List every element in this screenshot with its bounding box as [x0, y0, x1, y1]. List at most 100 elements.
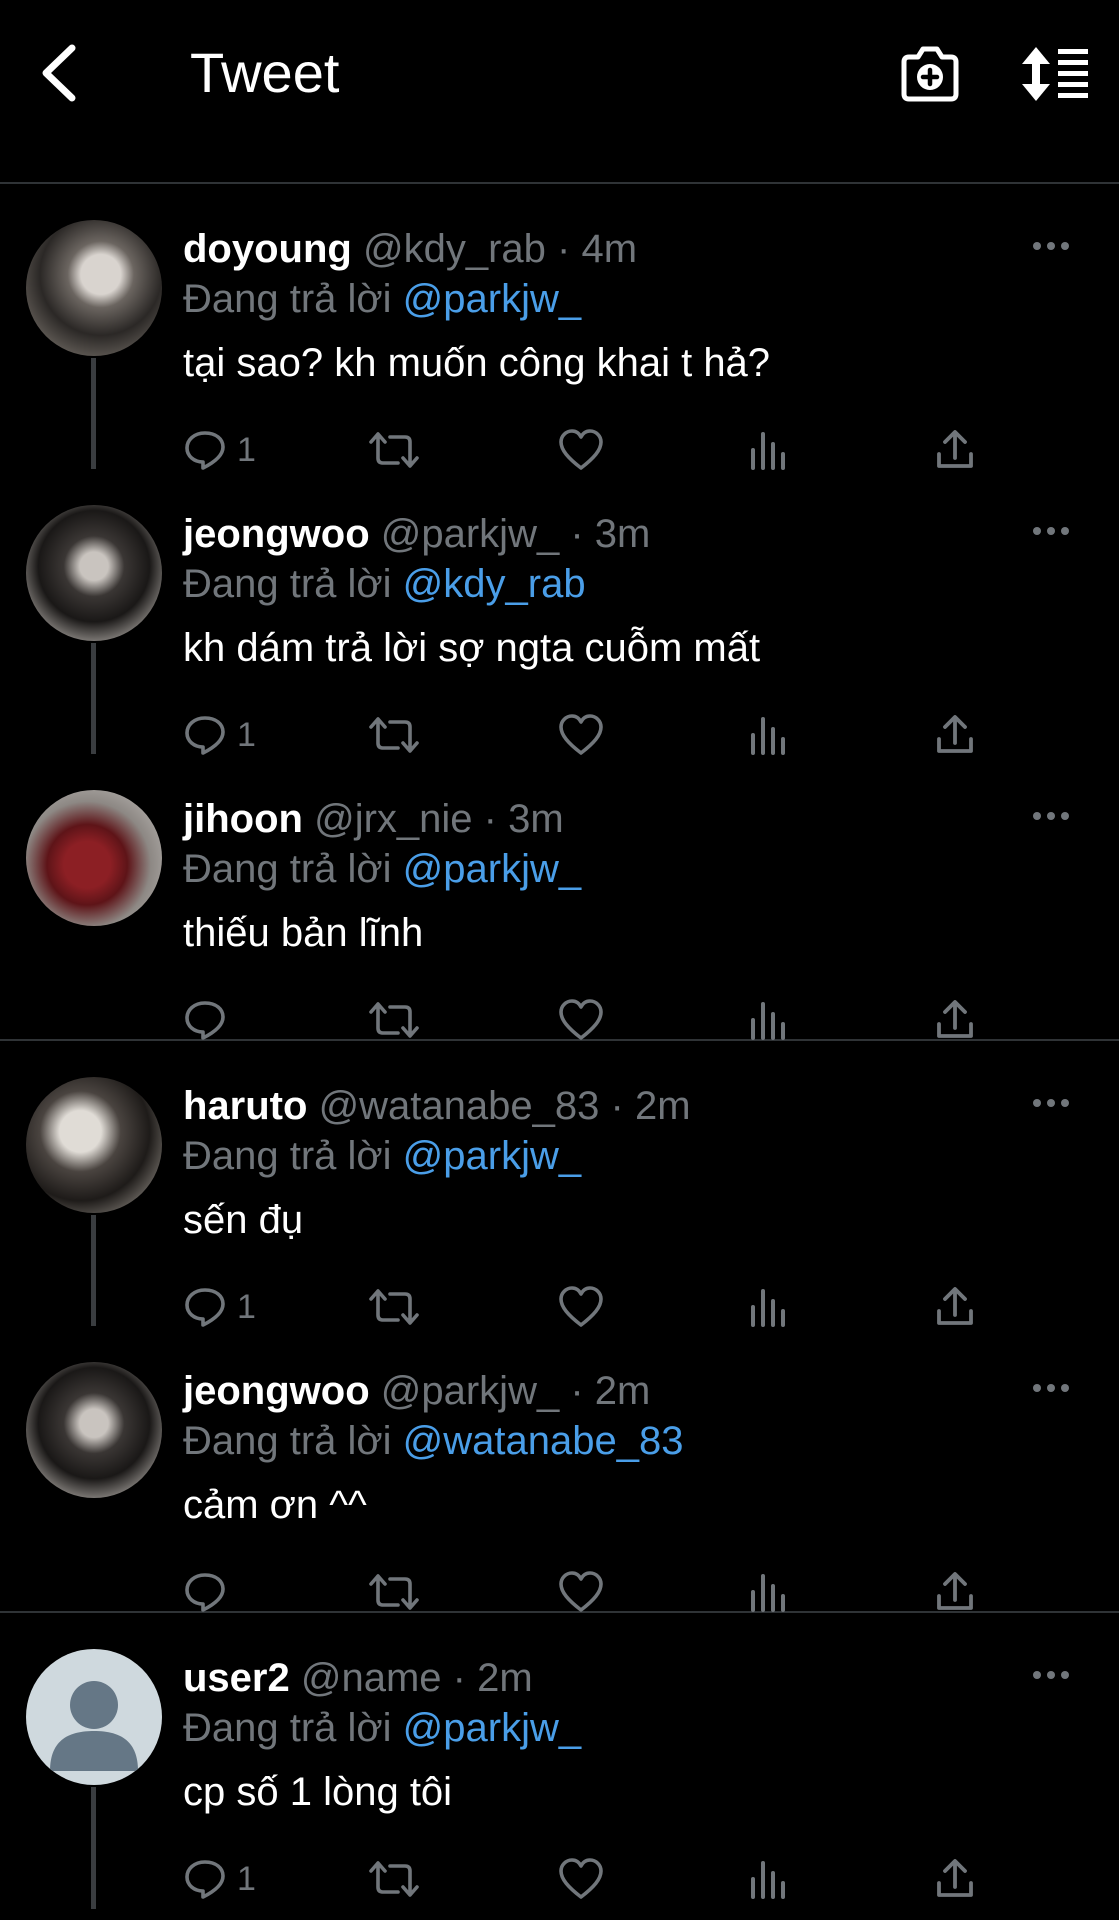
avatar[interactable]	[26, 505, 162, 641]
timestamp[interactable]: 2m	[595, 1369, 651, 1413]
timestamp[interactable]: 3m	[508, 797, 564, 841]
reply-icon	[183, 1857, 227, 1901]
user-handle[interactable]: @name	[301, 1656, 442, 1700]
reply-count: 1	[237, 715, 256, 754]
more-options-button[interactable]	[1023, 1653, 1079, 1697]
views-button[interactable]	[748, 1564, 788, 1620]
views-button[interactable]	[748, 1851, 788, 1907]
display-name[interactable]: jeongwoo	[183, 1369, 370, 1413]
replying-to: Đang trả lời @parkjw_	[183, 274, 581, 324]
like-button[interactable]	[558, 1851, 604, 1907]
more-options-button[interactable]	[1023, 1081, 1079, 1125]
replying-to-label: Đang trả lời	[183, 847, 392, 891]
share-icon	[935, 428, 975, 472]
retweet-button[interactable]	[368, 992, 420, 1048]
display-name[interactable]: doyoung	[183, 227, 352, 271]
default-user-icon	[50, 1681, 138, 1771]
reply-icon	[183, 1285, 227, 1329]
like-button[interactable]	[558, 1564, 604, 1620]
replying-to-label: Đang trả lời	[183, 1419, 392, 1463]
timestamp[interactable]: 2m	[635, 1084, 691, 1128]
mention-link[interactable]: @watanabe_83	[403, 1419, 684, 1463]
sort-button[interactable]	[1020, 44, 1090, 104]
tweet-item[interactable]: haruto @watanabe_83 · 2m Đang trả lời @p…	[0, 1041, 1119, 1329]
separator-dot: ·	[610, 1084, 624, 1128]
tweet-text: cp số 1 lòng tôi	[183, 1770, 453, 1814]
display-name[interactable]: jeongwoo	[183, 512, 370, 556]
reply-count: 1	[237, 1859, 256, 1898]
user-handle[interactable]: @jrx_nie	[314, 797, 472, 841]
tweet-meta: jihoon @jrx_nie · 3m	[183, 794, 564, 844]
mention-link[interactable]: @parkjw_	[403, 277, 581, 321]
retweet-button[interactable]	[368, 1851, 420, 1907]
bar-chart-icon	[748, 1570, 788, 1614]
views-button[interactable]	[748, 992, 788, 1048]
share-icon	[935, 998, 975, 1042]
mention-link[interactable]: @kdy_rab	[403, 562, 586, 606]
replying-to-label: Đang trả lời	[183, 1706, 392, 1750]
back-button[interactable]	[30, 40, 90, 106]
like-button[interactable]	[558, 992, 604, 1048]
reply-button[interactable]	[183, 1564, 237, 1620]
display-name[interactable]: jihoon	[183, 797, 303, 841]
avatar[interactable]	[26, 1649, 162, 1785]
more-options-button[interactable]	[1023, 224, 1079, 268]
reply-icon	[183, 713, 227, 757]
tweet-item[interactable]: user2 @name · 2m Đang trả lời @parkjw_ c…	[0, 1613, 1119, 1909]
mention-link[interactable]: @parkjw_	[403, 1706, 581, 1750]
thread-connector	[91, 1787, 96, 1909]
tweet-item[interactable]: doyoung @kdy_rab · 4m Đang trả lời @park…	[0, 184, 1119, 472]
reply-button[interactable]: 1	[183, 1851, 256, 1907]
tweet-meta: user2 @name · 2m	[183, 1653, 533, 1703]
share-button[interactable]	[935, 1564, 975, 1620]
tweet-meta: jeongwoo @parkjw_ · 2m	[183, 1366, 650, 1416]
thread-connector	[91, 643, 96, 754]
camera-button[interactable]	[898, 44, 962, 104]
user-handle[interactable]: @watanabe_83	[319, 1084, 600, 1128]
tweet-actions	[183, 992, 1003, 1048]
more-options-button[interactable]	[1023, 509, 1079, 553]
separator-dot: ·	[570, 512, 584, 556]
user-handle[interactable]: @parkjw_	[381, 1369, 559, 1413]
timestamp[interactable]: 2m	[477, 1656, 533, 1700]
tweet-item[interactable]: jihoon @jrx_nie · 3m Đang trả lời @parkj…	[0, 754, 1119, 1041]
more-icon	[1033, 1671, 1069, 1679]
mention-link[interactable]: @parkjw_	[403, 847, 581, 891]
heart-icon	[558, 1857, 604, 1901]
timestamp[interactable]: 3m	[595, 512, 651, 556]
mention-link[interactable]: @parkjw_	[403, 1134, 581, 1178]
avatar[interactable]	[26, 790, 162, 926]
user-handle[interactable]: @kdy_rab	[363, 227, 546, 271]
replying-to: Đang trả lời @watanabe_83	[183, 1416, 684, 1466]
share-button[interactable]	[935, 992, 975, 1048]
more-icon	[1033, 812, 1069, 820]
tweet-item[interactable]: jeongwoo @parkjw_ · 3m Đang trả lời @kdy…	[0, 469, 1119, 757]
retweet-icon	[368, 713, 420, 757]
reply-button[interactable]	[183, 992, 237, 1048]
replying-to-label: Đang trả lời	[183, 1134, 392, 1178]
more-options-button[interactable]	[1023, 1366, 1079, 1410]
display-name[interactable]: user2	[183, 1656, 290, 1700]
more-icon	[1033, 527, 1069, 535]
more-options-button[interactable]	[1023, 794, 1079, 838]
more-icon	[1033, 242, 1069, 250]
timestamp[interactable]: 4m	[581, 227, 637, 271]
user-handle[interactable]: @parkjw_	[381, 512, 559, 556]
tweet-text: cảm ơn ^^	[183, 1483, 367, 1527]
heart-icon	[558, 1570, 604, 1614]
retweet-icon	[368, 1285, 420, 1329]
more-icon	[1033, 1384, 1069, 1392]
avatar[interactable]	[26, 1077, 162, 1213]
tweet-text: sến đụ	[183, 1198, 304, 1242]
tweet-actions	[183, 1564, 1003, 1620]
avatar[interactable]	[26, 220, 162, 356]
separator-dot: ·	[452, 1656, 466, 1700]
tweet-item[interactable]: jeongwoo @parkjw_ · 2m Đang trả lời @wat…	[0, 1326, 1119, 1613]
bar-chart-icon	[748, 1857, 788, 1901]
display-name[interactable]: haruto	[183, 1084, 307, 1128]
retweet-button[interactable]	[368, 1564, 420, 1620]
tweet-text: kh dám trả lời sợ ngta cuỗm mất	[183, 626, 761, 670]
share-button[interactable]	[935, 1851, 975, 1907]
avatar[interactable]	[26, 1362, 162, 1498]
tweet-actions: 1	[183, 1851, 1003, 1907]
